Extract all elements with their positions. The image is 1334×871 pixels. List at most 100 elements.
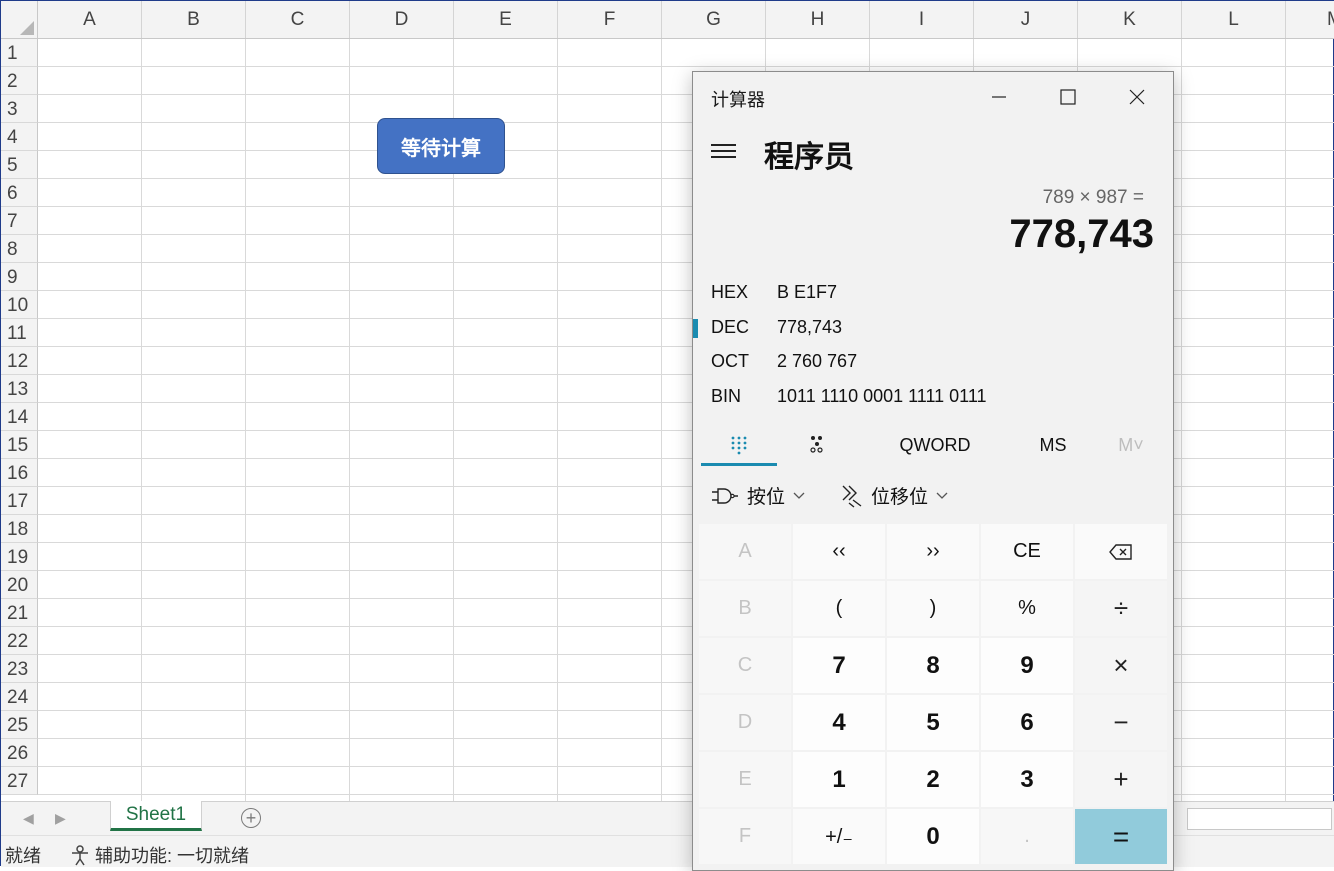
key-open-paren[interactable]: ( <box>793 581 885 636</box>
row-header-3[interactable]: 3 <box>1 95 38 123</box>
radix-hex-value: B E1F7 <box>777 282 838 302</box>
key-1[interactable]: 1 <box>793 752 885 807</box>
add-sheet-icon[interactable]: + <box>241 808 261 828</box>
mode-header: 程序员 <box>693 128 1173 178</box>
radix-bin-label: BIN <box>711 386 742 406</box>
key-percent[interactable]: % <box>981 581 1073 636</box>
wait-calculate-button[interactable]: 等待计算 <box>377 118 505 174</box>
key-left-shift[interactable]: ‹‹ <box>793 524 885 579</box>
maximize-icon <box>1060 89 1076 105</box>
key-close-paren[interactable]: ) <box>887 581 979 636</box>
radix-hex-label: HEX <box>711 282 749 302</box>
radix-dec[interactable]: DEC 778,743 <box>693 310 1173 344</box>
row-header-23[interactable]: 23 <box>1 655 38 683</box>
radix-hex[interactable]: HEX B E1F7 <box>693 275 1173 309</box>
key-hex-b: B <box>699 581 791 636</box>
row-header-4[interactable]: 4 <box>1 123 38 151</box>
column-header-j[interactable]: J <box>974 1 1078 38</box>
key-clear-entry[interactable]: CE <box>981 524 1073 579</box>
radix-bin[interactable]: BIN 1011 1110 0001 1111 0111 <box>693 379 1173 413</box>
minimize-button[interactable] <box>965 72 1033 122</box>
mode-title: 程序员 <box>764 141 854 174</box>
row-header-10[interactable]: 10 <box>1 291 38 319</box>
column-header-g[interactable]: G <box>662 1 766 38</box>
column-header-h[interactable]: H <box>766 1 870 38</box>
key-equals[interactable]: = <box>1075 809 1167 864</box>
row-header-6[interactable]: 6 <box>1 179 38 207</box>
key-subtract[interactable]: − <box>1075 695 1167 750</box>
key-2[interactable]: 2 <box>887 752 979 807</box>
key-3[interactable]: 3 <box>981 752 1073 807</box>
column-header-b[interactable]: B <box>142 1 246 38</box>
column-header-a[interactable]: A <box>38 1 142 38</box>
full-keypad-tab[interactable] <box>701 424 777 466</box>
scroll-tabs-right-icon[interactable]: ▶ <box>55 810 66 827</box>
row-header-21[interactable]: 21 <box>1 599 38 627</box>
maximize-button[interactable] <box>1034 72 1102 122</box>
radix-oct-value: 2 760 767 <box>777 351 858 371</box>
column-header-m[interactable]: M <box>1286 1 1334 38</box>
row-header-5[interactable]: 5 <box>1 151 38 179</box>
key-backspace[interactable] <box>1075 524 1167 579</box>
keypad-mode-tabs: QWORD MS M˅ <box>693 424 1173 466</box>
row-header-17[interactable]: 17 <box>1 487 38 515</box>
row-header-18[interactable]: 18 <box>1 515 38 543</box>
column-header-c[interactable]: C <box>246 1 350 38</box>
calculator-titlebar[interactable]: 计算器 <box>693 72 1173 122</box>
column-header-d[interactable]: D <box>350 1 454 38</box>
memory-store-tab[interactable]: MS <box>1013 424 1093 466</box>
row-header-13[interactable]: 13 <box>1 375 38 403</box>
row-header-9[interactable]: 9 <box>1 263 38 291</box>
key-right-shift[interactable]: ›› <box>887 524 979 579</box>
key-multiply[interactable]: × <box>1075 638 1167 693</box>
key-7[interactable]: 7 <box>793 638 885 693</box>
row-header-27[interactable]: 27 <box>1 767 38 795</box>
radix-dec-value: 778,743 <box>777 317 843 337</box>
bit-shift-icon <box>842 485 862 508</box>
row-header-16[interactable]: 16 <box>1 459 38 487</box>
key-4[interactable]: 4 <box>793 695 885 750</box>
column-header-f[interactable]: F <box>558 1 662 38</box>
sheet-tab-sheet1[interactable]: Sheet1 <box>110 801 202 831</box>
status-ready-text: 就绪 <box>5 846 41 866</box>
key-0[interactable]: 0 <box>887 809 979 864</box>
key-add[interactable]: + <box>1075 752 1167 807</box>
row-header-1[interactable]: 1 <box>1 39 38 67</box>
row-header-22[interactable]: 22 <box>1 627 38 655</box>
radix-oct[interactable]: OCT 2 760 767 <box>693 344 1173 378</box>
hamburger-menu-icon[interactable] <box>711 140 739 164</box>
row-header-20[interactable]: 20 <box>1 571 38 599</box>
key-6[interactable]: 6 <box>981 695 1073 750</box>
row-header-15[interactable]: 15 <box>1 431 38 459</box>
scroll-tabs-left-icon[interactable]: ◀ <box>23 810 34 827</box>
key-8[interactable]: 8 <box>887 638 979 693</box>
row-header-25[interactable]: 25 <box>1 711 38 739</box>
row-header-14[interactable]: 14 <box>1 403 38 431</box>
column-header-e[interactable]: E <box>454 1 558 38</box>
key-negate[interactable]: +/₋ <box>793 809 885 864</box>
bit-toggle-tab[interactable] <box>783 424 851 466</box>
bitwise-dropdown[interactable]: 按位 <box>711 482 805 509</box>
select-all-triangle-icon <box>20 21 34 35</box>
close-button[interactable] <box>1103 72 1171 122</box>
bit-shift-dropdown[interactable]: 位移位 <box>841 482 948 509</box>
key-9[interactable]: 9 <box>981 638 1073 693</box>
key-5[interactable]: 5 <box>887 695 979 750</box>
row-header-26[interactable]: 26 <box>1 739 38 767</box>
row-header-7[interactable]: 7 <box>1 207 38 235</box>
row-header-11[interactable]: 11 <box>1 319 38 347</box>
key-hex-e: E <box>699 752 791 807</box>
column-header-k[interactable]: K <box>1078 1 1182 38</box>
row-header-12[interactable]: 12 <box>1 347 38 375</box>
key-divide[interactable]: ÷ <box>1075 581 1167 636</box>
row-header-19[interactable]: 19 <box>1 543 38 571</box>
accessibility-status[interactable]: 辅助功能: 一切就绪 <box>69 842 249 868</box>
word-size-tab[interactable]: QWORD <box>883 424 987 466</box>
select-all-corner[interactable] <box>1 1 38 38</box>
row-header-24[interactable]: 24 <box>1 683 38 711</box>
column-header-l[interactable]: L <box>1182 1 1286 38</box>
column-header-i[interactable]: I <box>870 1 974 38</box>
horizontal-scrollbar[interactable] <box>1187 808 1332 830</box>
row-header-8[interactable]: 8 <box>1 235 38 263</box>
row-header-2[interactable]: 2 <box>1 67 38 95</box>
